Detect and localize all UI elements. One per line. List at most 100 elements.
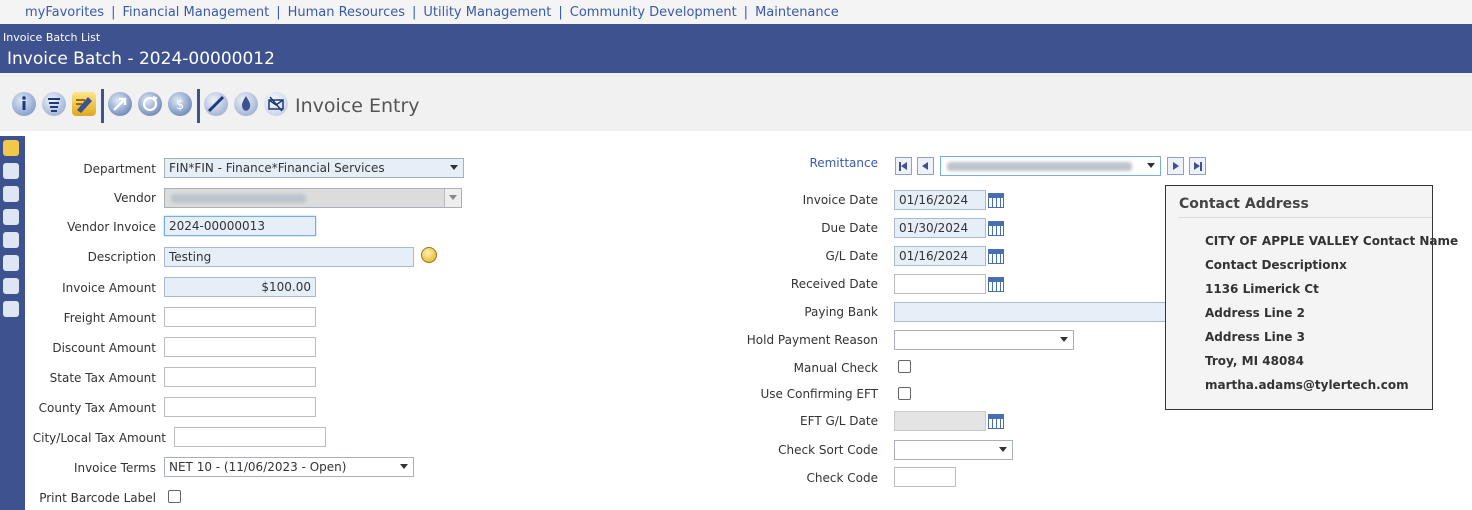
- nav-myfavorites[interactable]: myFavorites: [25, 5, 104, 20]
- attach-icon[interactable]: [234, 92, 258, 116]
- breadcrumb[interactable]: Invoice Batch List: [3, 31, 100, 44]
- invoice-amount-label: Invoice Amount: [62, 281, 156, 295]
- print-barcode-label: Print Barcode Label: [39, 491, 156, 505]
- description-field[interactable]: Testing: [164, 247, 414, 267]
- discount-amount-field[interactable]: [164, 337, 316, 357]
- nav-separator: |: [111, 4, 116, 20]
- invoice-amount-field[interactable]: $100.00: [164, 277, 316, 297]
- chevron-down-icon: [1060, 337, 1068, 342]
- vendor-dropdown-button[interactable]: [444, 189, 461, 207]
- county-tax-field[interactable]: [164, 397, 316, 417]
- print-barcode-checkbox[interactable]: [168, 490, 181, 503]
- check-sort-select[interactable]: [894, 440, 1013, 460]
- paying-bank-label: Paying Bank: [804, 305, 878, 319]
- gl-date-field[interactable]: 01/16/2024: [894, 246, 986, 266]
- description-label: Description: [87, 250, 156, 264]
- approve-icon[interactable]: [3, 232, 19, 248]
- department-value: FIN*FIN - Finance*Financial Services: [169, 161, 385, 175]
- freight-amount-label: Freight Amount: [63, 311, 156, 325]
- invoice-terms-value: NET 10 - (11/06/2023 - Open): [169, 460, 347, 474]
- state-tax-label: State Tax Amount: [49, 371, 156, 385]
- contact-address-popup: Contact Address CITY OF APPLE VALLEY Con…: [1165, 185, 1458, 410]
- refresh-icon[interactable]: [138, 92, 162, 116]
- edit-icon[interactable]: [3, 140, 19, 156]
- check-sort-label: Check Sort Code: [778, 443, 878, 457]
- vendor-value-redacted: [171, 194, 306, 203]
- contact-email: martha.adams@tylertech.com: [1205, 378, 1409, 392]
- vendor-invoice-field[interactable]: 2024-00000013: [164, 216, 316, 236]
- contact-name: CITY OF APPLE VALLEY Contact Name: [1205, 234, 1459, 248]
- department-label: Department: [83, 162, 156, 176]
- chevron-down-icon: [450, 165, 458, 170]
- money-icon[interactable]: [3, 209, 19, 225]
- vendor-select[interactable]: [164, 188, 462, 208]
- calendar-icon[interactable]: [988, 221, 1004, 236]
- nav-maintenance[interactable]: Maintenance: [755, 5, 839, 20]
- invoice-terms-select[interactable]: NET 10 - (11/06/2023 - Open): [164, 457, 414, 477]
- check-code-field[interactable]: [894, 467, 956, 487]
- calendar-icon[interactable]: [988, 414, 1004, 429]
- chevron-down-icon: [400, 464, 408, 469]
- edit-invoice-icon[interactable]: [72, 92, 96, 116]
- gl-date-label: G/L Date: [825, 249, 878, 263]
- chevron-down-icon: [999, 447, 1007, 452]
- svg-text:$: $: [176, 98, 184, 113]
- next-record-button[interactable]: [1167, 157, 1184, 175]
- toolbar-separator: [197, 89, 200, 123]
- hold-payment-label: Hold Payment Reason: [746, 333, 878, 347]
- invoice-date-field[interactable]: 01/16/2024: [894, 190, 986, 210]
- post-icon[interactable]: [108, 92, 132, 116]
- manual-check-label: Manual Check: [793, 361, 878, 375]
- nav-utility-management[interactable]: Utility Management: [423, 5, 551, 20]
- last-record-button[interactable]: [1189, 157, 1206, 175]
- calendar-icon[interactable]: [988, 277, 1004, 292]
- nav-financial-management[interactable]: Financial Management: [122, 5, 269, 20]
- calendar-icon[interactable]: [988, 249, 1004, 264]
- contact-address-title: Contact Address: [1179, 196, 1309, 212]
- nav-separator: |: [558, 4, 563, 20]
- top-nav: myFavorites | Financial Management | Hum…: [0, 0, 1472, 24]
- notes-icon[interactable]: [3, 301, 19, 317]
- contact-address-line-3: Address Line 3: [1205, 330, 1305, 344]
- post-icon[interactable]: [3, 163, 19, 179]
- nav-community-development[interactable]: Community Development: [570, 5, 737, 20]
- received-date-field[interactable]: [894, 274, 986, 294]
- hold-payment-select[interactable]: [894, 330, 1074, 350]
- due-date-field[interactable]: 01/30/2024: [894, 218, 986, 238]
- confirming-eft-checkbox[interactable]: [898, 387, 911, 400]
- report-icon[interactable]: [3, 278, 19, 294]
- eft-gl-date-label: EFT G/L Date: [800, 414, 878, 428]
- previous-record-button[interactable]: [917, 157, 934, 175]
- calendar-icon[interactable]: [988, 193, 1004, 208]
- state-tax-field[interactable]: [164, 367, 316, 387]
- contact-address-line-2: Address Line 2: [1205, 306, 1305, 320]
- freight-amount-field[interactable]: [164, 307, 316, 327]
- city-tax-field[interactable]: [174, 427, 326, 447]
- money-icon[interactable]: $: [168, 92, 192, 116]
- manual-check-checkbox[interactable]: [898, 360, 911, 373]
- chevron-down-icon: [449, 195, 457, 200]
- invoice-terms-label: Invoice Terms: [73, 461, 156, 475]
- list-icon[interactable]: [42, 92, 66, 116]
- nav-separator: |: [743, 4, 749, 20]
- info-icon[interactable]: [12, 92, 36, 116]
- toolbar-separator: [101, 89, 104, 123]
- contact-address-line-1: 1136 Limerick Ct: [1205, 282, 1319, 296]
- left-icon-strip: [0, 136, 25, 510]
- county-tax-label: County Tax Amount: [38, 401, 156, 415]
- discount-amount-label: Discount Amount: [52, 341, 156, 355]
- eft-gl-date-field[interactable]: [894, 411, 986, 431]
- document-icon[interactable]: [3, 255, 19, 271]
- description-edit-icon[interactable]: [421, 247, 437, 263]
- approve-icon[interactable]: [204, 92, 228, 116]
- remittance-select[interactable]: [940, 156, 1161, 176]
- department-select[interactable]: FIN*FIN - Finance*Financial Services: [164, 158, 464, 178]
- first-record-button[interactable]: [895, 157, 912, 175]
- nav-human-resources[interactable]: Human Resources: [288, 5, 405, 20]
- paying-bank-field[interactable]: [894, 302, 1166, 322]
- contact-city-state-zip: Troy, MI 48084: [1205, 354, 1304, 368]
- email-icon[interactable]: [264, 92, 288, 116]
- vendor-invoice-label: Vendor Invoice: [67, 220, 156, 234]
- page-header: Invoice Batch List Invoice Batch - 2024-…: [0, 24, 1472, 73]
- refresh-icon[interactable]: [3, 186, 19, 202]
